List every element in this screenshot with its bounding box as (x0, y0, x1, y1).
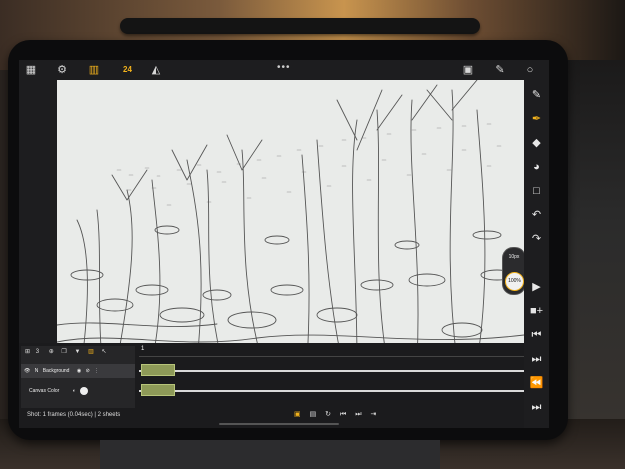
layers-view-icon[interactable]: ⊞ (25, 349, 30, 355)
play-icon[interactable]: ▶ (524, 280, 549, 294)
first-frame-icon[interactable]: ⏮ (524, 328, 549, 342)
current-frame-label: 1 (141, 346, 145, 352)
layer-visibility-icon[interactable]: 👁 (24, 368, 30, 374)
background-right (565, 60, 625, 469)
frame-cell[interactable] (141, 364, 175, 376)
repeat-icon[interactable]: ↻ (325, 410, 331, 418)
pencil-icon[interactable]: ✎ (494, 63, 506, 77)
pencil-sketch (57, 80, 524, 362)
layer-name: Canvas Color (29, 388, 60, 394)
pencil-icon[interactable]: ✎ (524, 88, 549, 102)
pen-icon[interactable]: ✒ (524, 112, 549, 126)
last-frame-icon[interactable]: ⏭ (524, 400, 549, 414)
stylus-pencil (120, 18, 480, 34)
canvas-color-eye-icon[interactable]: ◐ (73, 388, 76, 394)
more-dots-icon[interactable]: ••• (277, 62, 291, 73)
undo-icon[interactable]: ↶ (524, 208, 549, 222)
grid-icon[interactable]: ▦ (25, 63, 37, 77)
canvas-color-swatch[interactable] (80, 386, 89, 395)
frame-track-2[interactable] (139, 378, 524, 392)
top-toolbar: ▦ ⚙ ▥ 24 ◭ ••• ▣ ✎ ○ (19, 60, 549, 80)
film-strip-icon[interactable]: ▥ (87, 63, 101, 77)
layer-row-canvas-color[interactable]: Canvas Color ◐ (21, 384, 135, 398)
layer-options-icon[interactable]: ⋮ (94, 368, 99, 374)
prev-frame-icon[interactable]: ⏭ (524, 352, 549, 366)
step-icon[interactable]: ⇥ (371, 410, 377, 418)
app-screen: ▦ ⚙ ▥ 24 ◭ ••• ▣ ✎ ○ 10px 100% ✎ ✒ ◆ ◕ □… (19, 60, 549, 428)
tablet-stand (100, 440, 440, 469)
canvas-icon[interactable]: ▣ (462, 63, 474, 77)
cursor-icon[interactable]: ↖ (101, 349, 106, 355)
right-tool-column: ✎ ✒ ◆ ◕ □ ↶ ↷ ▶ ■+ ⏮ ⏭ ⏪ ⏭ (524, 80, 549, 428)
layer-filmstrip-icon[interactable]: ▥ (88, 349, 94, 355)
settings-gear-icon[interactable]: ⚙ (56, 63, 68, 77)
first-icon[interactable]: ⏮ (340, 411, 346, 419)
eraser-icon[interactable]: ◆ (524, 136, 549, 150)
layers-panel: ⊞ 3 ⊕ ❐ ▼ ▥ ↖ 👁 N Background ◉ ⊘ ⋮ Canva… (21, 346, 135, 408)
layers-count: 3 (35, 349, 40, 355)
layer-name: Background (42, 368, 70, 374)
layer-blend-icon[interactable]: ◉ (77, 368, 81, 374)
layer-add-icon[interactable]: ⊕ (49, 349, 54, 355)
frame-timeline: 1 (139, 346, 524, 408)
brush-opacity-label[interactable]: 100% (505, 272, 524, 291)
brush-size-label[interactable]: 10px (503, 254, 525, 260)
frame-cell[interactable] (141, 384, 175, 396)
onion-skin-icon[interactable]: ◭ (150, 63, 162, 77)
frame-rate-counter[interactable]: 24 (123, 63, 132, 77)
layer-delete-icon[interactable]: ▼ (74, 349, 80, 355)
home-indicator (219, 423, 339, 425)
frame-icon[interactable]: ▤ (310, 410, 317, 418)
frame-ruler[interactable]: 1 (139, 346, 524, 357)
drawing-canvas[interactable]: 10px 100% (57, 80, 526, 362)
layer-link-icon[interactable]: ⊘ (86, 368, 90, 374)
add-frame-icon[interactable]: ■+ (524, 304, 549, 318)
selection-icon[interactable]: □ (524, 184, 549, 198)
layer-row-background[interactable]: 👁 N Background ◉ ⊘ ⋮ (21, 364, 135, 378)
frame-track-1[interactable] (139, 358, 524, 372)
color-circle-icon[interactable]: ○ (524, 63, 536, 77)
layers-toolbar: ⊞ 3 ⊕ ❐ ▼ ▥ ↖ (21, 346, 135, 358)
shot-info: Shot: 1 frames (0.04sec) | 2 sheets (27, 412, 121, 418)
playback-controls: ▣ ▤ ↻ ⏮ ⏭ ⇥ (294, 410, 383, 420)
redo-icon[interactable]: ↷ (524, 232, 549, 246)
layer-duplicate-icon[interactable]: ❐ (61, 349, 66, 355)
fill-icon[interactable]: ◕ (524, 160, 549, 174)
layer-blend-label: N (34, 368, 39, 374)
next-frame-icon[interactable]: ⏪ (524, 376, 549, 390)
timeline-panel: ⊞ 3 ⊕ ❐ ▼ ▥ ↖ 👁 N Background ◉ ⊘ ⋮ Canva… (19, 343, 524, 428)
next-icon[interactable]: ⏭ (355, 411, 361, 419)
brush-controls: 10px 100% (502, 247, 526, 295)
loop-icon[interactable]: ▣ (294, 410, 301, 418)
